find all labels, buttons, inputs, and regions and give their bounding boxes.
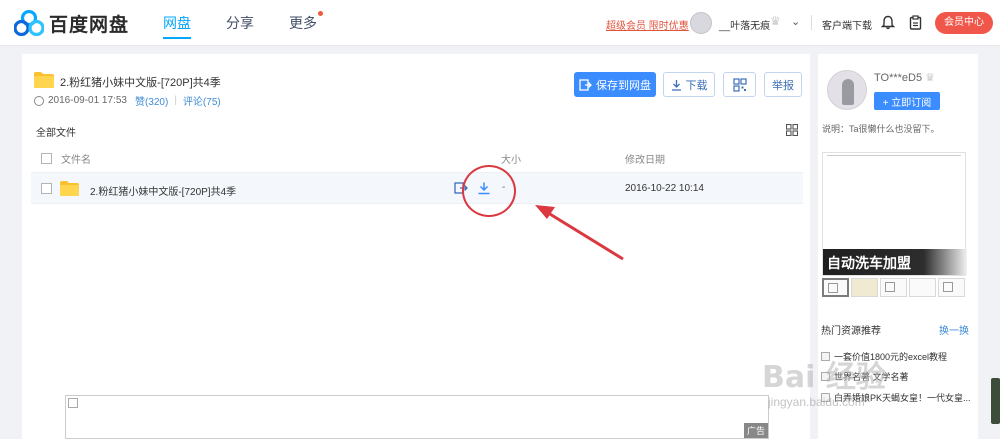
- share-title: 2.粉红猪小妹中文版-[720P]共4季: [60, 77, 221, 89]
- save-to-netdisk-button[interactable]: 保存到网盘: [574, 72, 656, 97]
- download-icon: [671, 79, 681, 91]
- sidebar-ad[interactable]: 自动洗车加盟: [822, 152, 967, 276]
- like-count-link[interactable]: 赞(320): [135, 93, 168, 108]
- baidu-pan-logo[interactable]: 百度网盘: [14, 9, 129, 37]
- qrcode-button[interactable]: [723, 72, 756, 97]
- thumbnail[interactable]: [880, 278, 907, 297]
- share-main-panel: 2.粉红猪小妹中文版-[720P]共4季 2016-09-01 17:53 赞(…: [22, 54, 810, 439]
- select-all-checkbox[interactable]: [41, 153, 52, 164]
- sharer-avatar[interactable]: [827, 70, 867, 110]
- nav-tab-share[interactable]: 分享: [226, 13, 254, 39]
- ad-divider: [827, 155, 961, 156]
- save-button-label: 保存到网盘: [596, 79, 651, 92]
- thumbnail[interactable]: [909, 278, 936, 297]
- column-header-date[interactable]: 修改日期: [625, 151, 665, 167]
- row-checkbox[interactable]: [41, 183, 52, 194]
- nav-tab-netdisk[interactable]: 网盘: [163, 13, 191, 39]
- thumbnail[interactable]: [822, 278, 849, 297]
- ad-label: 广告: [743, 423, 768, 438]
- ad-banner[interactable]: 广告: [65, 395, 769, 439]
- report-button[interactable]: 举报: [764, 72, 802, 97]
- annotation-circle: [462, 165, 516, 217]
- crown-icon: ♛: [770, 14, 781, 28]
- download-button[interactable]: 下载: [663, 72, 715, 97]
- thumbnail[interactable]: [938, 278, 965, 297]
- cloud-logo-icon: [14, 10, 44, 36]
- subscribe-button[interactable]: + 立即订阅: [874, 92, 940, 110]
- sidebar-ad-caption: 自动洗车加盟: [823, 249, 967, 275]
- notification-dot: [318, 11, 323, 16]
- broken-image-icon: [68, 398, 78, 408]
- column-header-size[interactable]: 大小: [501, 151, 521, 167]
- baidu-jingyan-watermark: Bai 经验: [762, 360, 886, 395]
- user-name[interactable]: __叶落无痕: [719, 17, 770, 32]
- grid-view-icon[interactable]: [786, 124, 798, 136]
- sharer-description: 说明：Ta很懒什么也没留下。: [822, 124, 940, 134]
- watermark-url: jingyan.baidu.com: [768, 395, 865, 409]
- folder-icon: [60, 181, 79, 196]
- side-widget-edge[interactable]: [991, 378, 1000, 424]
- download-button-label: 下载: [685, 79, 708, 92]
- save-icon: [579, 78, 592, 91]
- file-date: 2016-10-22 10:14: [625, 183, 704, 194]
- folder-icon: [34, 72, 54, 88]
- file-name[interactable]: 2.粉红猪小妹中文版-[720P]共4季: [90, 183, 236, 198]
- nav-tab-more-label: 更多: [289, 15, 317, 31]
- clipboard-icon[interactable]: [905, 12, 925, 32]
- top-bar: 百度网盘 网盘 分享 更多 超级会员 限时优惠 __叶落无痕 ♛ ⌄ 客户端下载…: [0, 0, 1000, 46]
- breadcrumb[interactable]: 全部文件: [36, 124, 76, 139]
- column-header-name[interactable]: 文件名: [61, 151, 91, 167]
- sharer-name-text: TO***eD5: [874, 72, 923, 84]
- user-avatar[interactable]: [690, 12, 712, 34]
- header-divider: [811, 15, 812, 30]
- sharer-name[interactable]: TO***eD5 ♛: [874, 71, 935, 84]
- member-center-button[interactable]: 会员中心: [935, 12, 993, 34]
- clock-icon: [34, 95, 44, 106]
- thumbnail[interactable]: [851, 278, 878, 297]
- share-date: 2016-09-01 17:53: [48, 95, 127, 106]
- chevron-down-icon[interactable]: ⌄: [791, 15, 800, 28]
- client-download-link[interactable]: 客户端下载: [822, 17, 872, 32]
- share-meta: 2016-09-01 17:53 赞(320) | 评论(75): [34, 93, 221, 108]
- table-row[interactable]: 2.粉红猪小妹中文版-[720P]共4季 - 2016-10-22 10:14: [31, 172, 803, 204]
- vip-promo-link[interactable]: 超级会员 限时优惠: [606, 17, 689, 32]
- logo-text: 百度网盘: [49, 13, 130, 36]
- ad-thumbnails: [822, 278, 965, 297]
- bell-icon[interactable]: [878, 12, 898, 32]
- refresh-link[interactable]: 换一换: [939, 322, 969, 337]
- crown-icon: ♛: [925, 72, 936, 84]
- hot-resources-title: 热门资源推荐: [821, 326, 881, 337]
- comment-count-link[interactable]: 评论(75): [183, 93, 221, 108]
- annotation-arrow-icon: [535, 205, 624, 261]
- nav-tab-more[interactable]: 更多: [289, 11, 323, 39]
- qrcode-icon: [732, 77, 747, 92]
